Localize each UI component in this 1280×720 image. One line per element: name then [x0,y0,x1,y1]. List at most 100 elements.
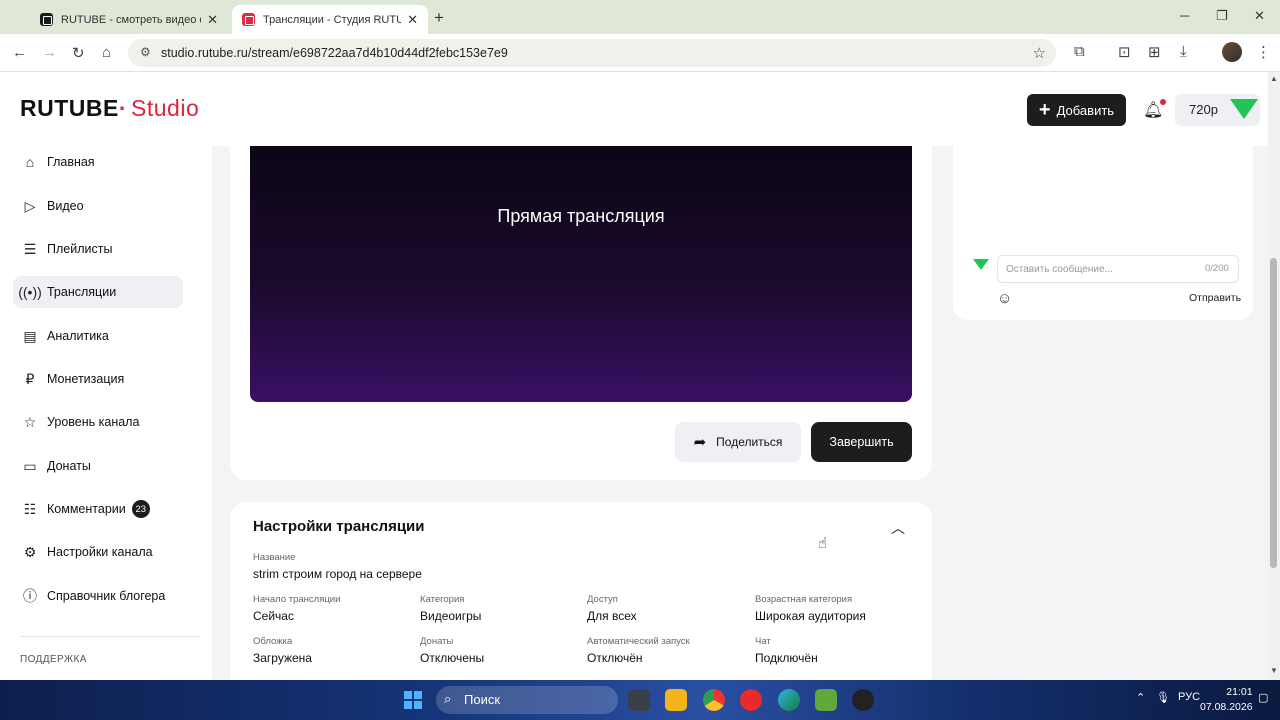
logo-studio: Studio [131,95,200,121]
chat-char-counter: 0/200 [1205,263,1229,274]
file-explorer-icon[interactable] [665,689,687,711]
premium-gem-icon[interactable] [1230,99,1258,119]
browser-tab-studio[interactable]: Трансляции - Студия RUTUBE ✕ [232,5,428,34]
sidebar-divider [20,636,200,637]
home-icon[interactable]: ⌂ [102,44,111,61]
sidebar-item-playlists[interactable]: ☰ Плейлисты [13,233,183,265]
chat-message-input[interactable] [997,255,1239,283]
tab-title: RUTUBE - смотреть видео онл [61,13,201,26]
edge-icon[interactable] [778,689,800,711]
new-tab-plus-icon[interactable]: + [434,8,444,28]
chrome-icon[interactable] [703,689,725,711]
live-stream-label: Прямая трансляция [497,206,665,226]
minimize-icon[interactable]: ─ [1180,8,1189,23]
access-field: Доступ Для всех [587,594,637,623]
sidebar-item-donations[interactable]: ▭ Донаты [13,450,183,482]
restore-icon[interactable]: ❐ [1216,8,1228,24]
page-scrollbar[interactable]: ▲ ▼ [1268,72,1280,680]
task-view-icon[interactable] [628,689,650,711]
support-link[interactable]: ПОДДЕРЖКА [20,654,87,665]
windows-start-icon[interactable] [404,691,422,709]
reload-icon[interactable]: ↻ [72,44,85,62]
sidebar-item-label: Монетизация [47,372,125,386]
broadcast-icon: ((•)) [18,284,42,300]
gem-icon [973,259,989,270]
gear-icon: ⚙ [23,543,37,560]
age-rating-field: Возрастная категория Широкая аудитория [755,594,866,623]
taskbar-search[interactable]: ⌕ Поиск [436,686,618,714]
download-icon[interactable]: ⤓ [1180,43,1187,60]
windows-taskbar: ⌕ Поиск ⌃ 🎙︎ РУС 21:01 07.08.2026 ▢ [0,680,1280,720]
sidebar-item-home[interactable]: ⌂ Главная [13,146,183,178]
sidebar-item-label: Настройки канала [47,545,153,559]
playlist-icon: ☰ [23,240,37,257]
sidebar-item-label: Комментарии [47,502,126,516]
sidebar-item-streams[interactable]: ((•)) Трансляции [13,276,183,308]
scroll-down-icon[interactable]: ▼ [1270,666,1278,675]
field-label: Начало трансляции [253,594,341,605]
chat-field: Чат Подключён [755,636,818,665]
microphone-icon[interactable]: 🎙︎ [1156,691,1170,704]
field-value: Отключён [587,651,643,665]
emoji-icon[interactable]: ☺ [997,290,1012,307]
stream-player-card: Прямая трансляция ➦ Поделиться Завершить [230,146,932,480]
back-arrow-icon[interactable]: ← [12,44,27,61]
donations-field: Донаты Отключены [420,636,484,665]
minecraft-icon[interactable] [815,689,837,711]
autostart-field: Автоматический запуск Отключён [587,636,690,665]
sidebar-item-label: Видео [47,199,84,213]
analytics-chart-icon: ▤ [23,327,37,344]
browser-menu-icon[interactable]: ⋮ [1256,43,1271,61]
add-button-label: Добавить [1056,102,1115,118]
sidebar-item-analytics[interactable]: ▤ Аналитика [13,320,183,352]
forward-arrow-icon[interactable]: → [42,44,57,61]
clock-date: 07.08.2026 [1200,701,1253,713]
input-language[interactable]: РУС [1178,691,1200,703]
sidebar-item-comments[interactable]: ☷ Комментарии 23 [13,493,183,525]
url-text[interactable]: studio.rutube.ru/stream/e698722aa7d4b10d… [161,46,508,60]
stream-name-field: Название strim строим город на сервере [253,552,422,581]
field-value: Видеоигры [420,609,482,623]
extensions-icon[interactable]: ⧉ [1074,43,1085,60]
scroll-up-icon[interactable]: ▲ [1270,74,1278,83]
url-box[interactable]: ⚙ studio.rutube.ru/stream/e698722aa7d4b1… [128,39,1056,67]
sidebar-item-blogger-guide[interactable]: ⓘ Справочник блогера [13,580,183,612]
clock-time: 21:01 [1226,686,1253,698]
sidebar-item-monetization[interactable]: ₽ Монетизация [13,363,183,395]
translate-icon[interactable]: ⊞ [1148,43,1161,61]
tab-title: Трансляции - Студия RUTUBE [263,13,402,26]
browser-addressbar: ← → ↻ ⌂ ⚙ studio.rutube.ru/stream/e69872… [0,34,1280,72]
notifications-bell-icon[interactable]: 🔔︎ [1143,99,1167,120]
field-label: Чат [755,636,771,647]
notification-center-icon[interactable]: ▢ [1258,691,1268,704]
screenshot-icon[interactable]: ⊡ [1118,43,1131,61]
sidebar-item-channel-level[interactable]: ☆ Уровень канала [13,406,183,438]
video-play-icon: ▷ [24,197,36,214]
wallet-icon: ▭ [23,457,37,474]
video-player[interactable]: Прямая трансляция [250,146,912,402]
add-button[interactable]: + Добавить [1027,94,1126,126]
close-icon[interactable]: ✕ [207,12,218,28]
sidebar-item-label: Донаты [47,459,91,473]
scrollbar-thumb[interactable] [1270,258,1277,568]
browser-tab-rutube[interactable]: RUTUBE - смотреть видео онл ✕ [30,5,228,34]
sidebar-item-channel-settings[interactable]: ⚙ Настройки канала [13,536,183,568]
taskbar-clock[interactable]: 21:01 07.08.2026 [1200,685,1253,715]
site-info-icon[interactable]: ⚙ [140,45,151,59]
obs-icon[interactable] [852,689,874,711]
bookmark-star-icon[interactable]: ☆ [1033,44,1046,62]
profile-avatar[interactable] [1222,42,1242,62]
field-label: Категория [420,594,465,605]
rutube-favicon-icon [40,13,53,26]
chevron-up-icon[interactable]: ︿ [891,518,905,538]
rutube-studio-logo[interactable]: RUTUBE· Studio [20,95,199,122]
end-stream-button[interactable]: Завершить [811,422,912,462]
tray-chevron-icon[interactable]: ⌃ [1136,691,1145,704]
close-icon[interactable]: ✕ [407,12,418,28]
share-button[interactable]: ➦ Поделиться [675,422,801,462]
sidebar-item-video[interactable]: ▷ Видео [13,190,183,222]
send-button[interactable]: Отправить [1189,292,1241,304]
yandex-browser-icon[interactable] [740,689,762,711]
window-close-icon[interactable]: ✕ [1254,8,1265,24]
field-value: Отключены [420,651,485,665]
